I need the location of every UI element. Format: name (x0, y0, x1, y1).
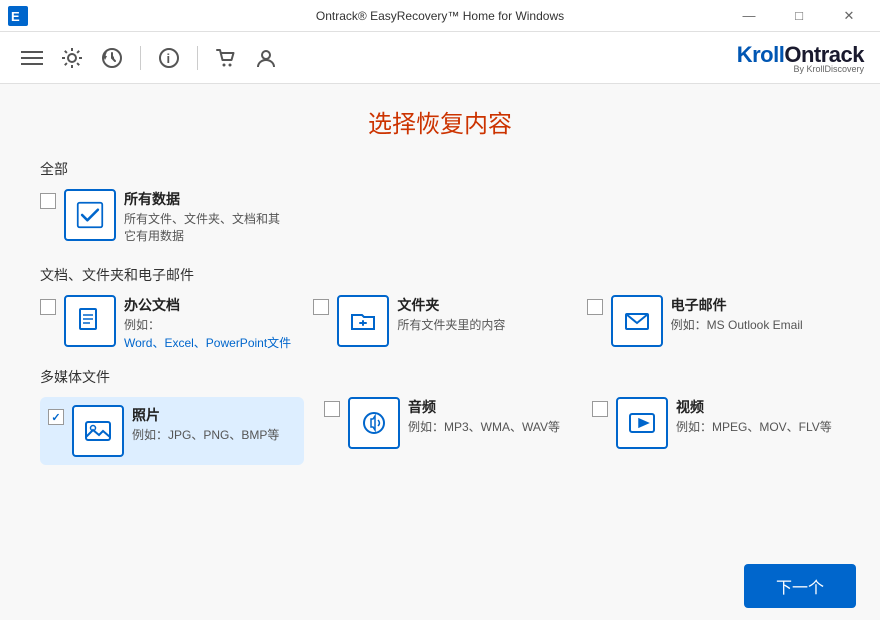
section-all-label: 全部 (40, 159, 840, 179)
photos-checkbox[interactable] (48, 409, 64, 425)
folders-icon (337, 295, 389, 347)
photos-text: 照片 例如：JPG、PNG、BMP等 (132, 405, 296, 444)
office-docs-example: Word、Excel、PowerPoint文件 (124, 334, 293, 351)
bottom-bar: 下一个 (0, 552, 880, 620)
all-data-checkbox[interactable] (40, 193, 56, 209)
office-docs-icon (64, 295, 116, 347)
video-option[interactable]: 视频 例如：MPEG、MOV、FLV等 (592, 397, 840, 465)
office-docs-title: 办公文档 (124, 295, 293, 315)
page-title: 选择恢复内容 (40, 104, 840, 139)
email-option[interactable]: 电子邮件 例如：MS Outlook Email (587, 295, 840, 352)
audio-text: 音频 例如：MP3、WMA、WAV等 (408, 397, 572, 436)
media-section: 多媒体文件 照片 例如：JPG、PNG、BMP等 (40, 367, 840, 465)
next-button[interactable]: 下一个 (744, 564, 856, 608)
main-content: 选择恢复内容 全部 所有数据 所有文件、文件夹、文档和其它有用数据 文档、文件夹… (0, 84, 880, 620)
logo-text: KrollOntrack (737, 42, 864, 67)
toolbar: i KrollOntrack By KrollDiscovery (0, 32, 880, 84)
minimize-button[interactable]: — (726, 0, 772, 32)
email-title: 电子邮件 (671, 295, 840, 315)
media-options-row: 照片 例如：JPG、PNG、BMP等 音频 例如：MP3、WMA、WAV等 (40, 397, 840, 465)
audio-desc: 例如：MP3、WMA、WAV等 (408, 419, 572, 436)
logo: KrollOntrack By KrollDiscovery (737, 42, 864, 74)
all-data-option[interactable]: 所有数据 所有文件、文件夹、文档和其它有用数据 (40, 189, 840, 245)
window-controls: — □ ✕ (726, 0, 872, 32)
video-desc: 例如：MPEG、MOV、FLV等 (676, 419, 840, 436)
app-icon: E (8, 6, 28, 26)
audio-option[interactable]: 音频 例如：MP3、WMA、WAV等 (324, 397, 572, 465)
account-icon[interactable] (250, 42, 282, 74)
title-bar: E Ontrack® EasyRecovery™ Home for Window… (0, 0, 880, 32)
folders-checkbox[interactable] (313, 299, 329, 315)
email-desc: 例如：MS Outlook Email (671, 317, 840, 334)
cart-icon[interactable] (210, 42, 242, 74)
section-media-label: 多媒体文件 (40, 367, 840, 387)
section-docs-label: 文档、文件夹和电子邮件 (40, 265, 840, 285)
history-icon[interactable] (96, 42, 128, 74)
svg-text:i: i (167, 51, 171, 66)
office-docs-text: 办公文档 例如： Word、Excel、PowerPoint文件 (124, 295, 293, 352)
all-data-text: 所有数据 所有文件、文件夹、文档和其它有用数据 (124, 189, 840, 245)
video-icon (616, 397, 668, 449)
svg-text:E: E (11, 9, 20, 24)
all-section: 全部 所有数据 所有文件、文件夹、文档和其它有用数据 (40, 159, 840, 245)
info-icon[interactable]: i (153, 42, 185, 74)
audio-title: 音频 (408, 397, 572, 417)
toolbar-separator-2 (197, 46, 198, 70)
all-data-desc: 所有文件、文件夹、文档和其它有用数据 (124, 211, 840, 245)
folders-title: 文件夹 (397, 295, 566, 315)
video-title: 视频 (676, 397, 840, 417)
email-icon (611, 295, 663, 347)
audio-checkbox[interactable] (324, 401, 340, 417)
close-button[interactable]: ✕ (826, 0, 872, 32)
maximize-button[interactable]: □ (776, 0, 822, 32)
settings-icon[interactable] (56, 42, 88, 74)
photos-desc: 例如：JPG、PNG、BMP等 (132, 427, 296, 444)
folders-desc: 所有文件夹里的内容 (397, 317, 566, 334)
docs-section: 文档、文件夹和电子邮件 办公文档 例如： Word、Excel、PowerPoi… (40, 265, 840, 352)
office-docs-desc: 例如： (124, 317, 293, 334)
office-docs-option[interactable]: 办公文档 例如： Word、Excel、PowerPoint文件 (40, 295, 293, 352)
photos-icon (72, 405, 124, 457)
title-bar-left: E (8, 6, 36, 26)
email-checkbox[interactable] (587, 299, 603, 315)
menu-icon[interactable] (16, 42, 48, 74)
all-data-icon-box (64, 189, 116, 241)
audio-icon (348, 397, 400, 449)
photos-title: 照片 (132, 405, 296, 425)
folders-option[interactable]: 文件夹 所有文件夹里的内容 (313, 295, 566, 352)
photos-option[interactable]: 照片 例如：JPG、PNG、BMP等 (40, 397, 304, 465)
video-checkbox[interactable] (592, 401, 608, 417)
toolbar-separator-1 (140, 46, 141, 70)
email-text: 电子邮件 例如：MS Outlook Email (671, 295, 840, 334)
docs-options-row: 办公文档 例如： Word、Excel、PowerPoint文件 文件夹 (40, 295, 840, 352)
office-docs-checkbox[interactable] (40, 299, 56, 315)
video-text: 视频 例如：MPEG、MOV、FLV等 (676, 397, 840, 436)
window-title: Ontrack® EasyRecovery™ Home for Windows (316, 9, 564, 23)
folders-text: 文件夹 所有文件夹里的内容 (397, 295, 566, 334)
all-data-title: 所有数据 (124, 189, 840, 209)
